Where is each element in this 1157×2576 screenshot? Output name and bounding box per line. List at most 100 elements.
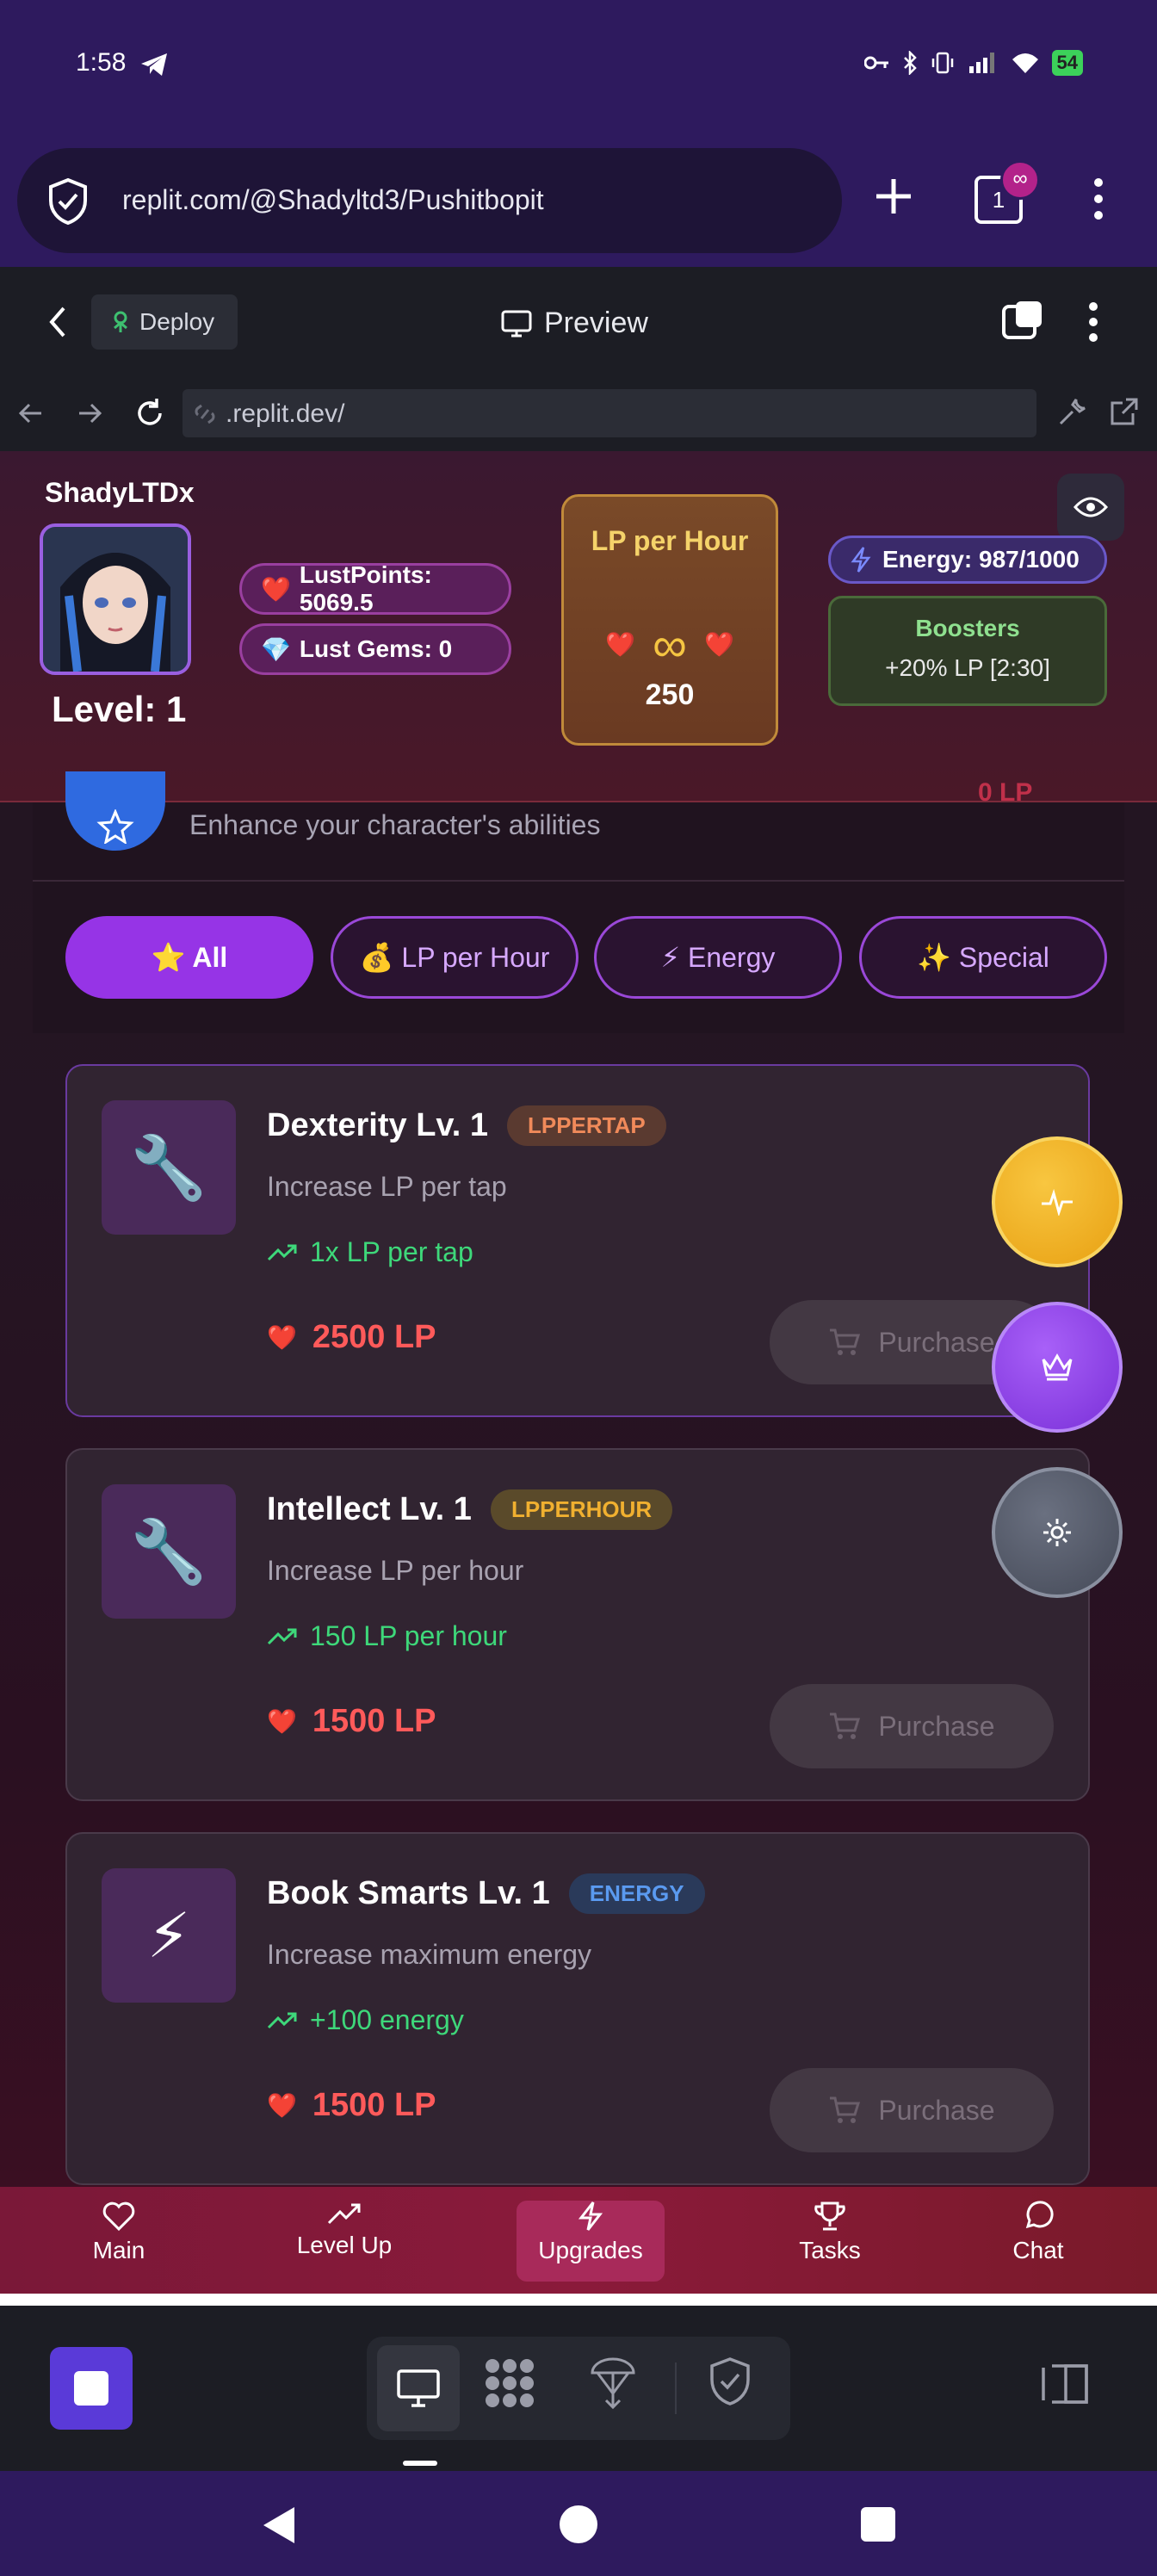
lightning-icon xyxy=(851,547,871,573)
desktop-preview-button[interactable] xyxy=(377,2345,460,2431)
premium-fab[interactable] xyxy=(992,1302,1123,1433)
filter-special[interactable]: ✨ Special xyxy=(859,916,1107,999)
boosters-card[interactable] xyxy=(828,596,1107,706)
trending-up-icon xyxy=(327,2203,361,2225)
wifi-icon xyxy=(1012,53,1038,73)
nav-main-label: Main xyxy=(92,2237,145,2263)
upgrade-tag: LPPERHOUR xyxy=(490,1489,673,1530)
system-back-icon[interactable] xyxy=(260,2504,298,2547)
monitor-icon xyxy=(501,310,532,337)
panel-subtitle: Enhance your character's abilities xyxy=(189,809,601,840)
trending-up-icon xyxy=(267,1244,297,1260)
cart-icon xyxy=(830,1328,861,1355)
trending-up-icon xyxy=(267,2012,297,2028)
vibrate-icon xyxy=(931,52,953,74)
avatar[interactable] xyxy=(40,523,191,675)
upgrade-title-row: Book Smarts Lv. 1 ENERGY xyxy=(267,1873,705,1914)
browser-menu-icon[interactable] xyxy=(1092,177,1105,220)
heart-icon: ❤️ xyxy=(267,2092,297,2119)
upgrade-price: ❤️ 2500 LP xyxy=(267,1319,436,1356)
nav-levelup-label: Level Up xyxy=(296,2232,393,2258)
settings-fab[interactable] xyxy=(992,1467,1123,1598)
nav-chat[interactable]: Chat xyxy=(961,2201,1116,2282)
lust-gems-pill: 💎 Lust Gems: 0 xyxy=(239,623,511,675)
new-tab-button[interactable] xyxy=(869,172,918,220)
heart-icon: ❤️ xyxy=(703,631,734,658)
system-recents-icon[interactable] xyxy=(861,2507,895,2542)
nav-tasks[interactable]: Tasks xyxy=(752,2201,907,2282)
reload-icon[interactable] xyxy=(133,396,167,430)
wrench-icon: 🔧 xyxy=(102,1484,236,1619)
open-external-icon[interactable] xyxy=(1109,396,1140,427)
upgrade-card: ⚡ Book Smarts Lv. 1 ENERGY Increase maxi… xyxy=(65,1832,1090,2185)
nav-level-up[interactable]: Level Up xyxy=(267,2201,422,2282)
shield-icon[interactable] xyxy=(46,177,90,226)
replit-menu-icon[interactable] xyxy=(1086,301,1100,343)
nav-chat-label: Chat xyxy=(1012,2237,1064,2263)
heart-icon: ❤️ xyxy=(261,575,291,603)
purchase-label: Purchase xyxy=(878,1326,995,1358)
system-home-icon[interactable] xyxy=(560,2505,597,2543)
pulse-icon xyxy=(1042,1188,1073,1216)
webview-forward-icon[interactable] xyxy=(74,398,105,429)
deploy-button[interactable]: Deploy xyxy=(91,294,238,350)
purchase-button[interactable]: Purchase xyxy=(770,1684,1054,1768)
stop-button[interactable] xyxy=(50,2347,133,2430)
cart-icon xyxy=(830,1712,861,1739)
upgrade-tag: ENERGY xyxy=(568,1873,705,1914)
wrench-icon[interactable] xyxy=(1055,396,1088,429)
bluetooth-icon xyxy=(903,51,917,75)
lp-per-hour-indicator: ❤️ ∞ ❤️ xyxy=(561,616,778,672)
upgrade-price: ❤️ 1500 LP xyxy=(267,1703,436,1740)
side-panel-icon[interactable] xyxy=(1040,2362,1090,2406)
upgrade-card: 🔧 Dexterity Lv. 1 LPPERTAP Increase LP p… xyxy=(65,1064,1090,1417)
energy-value: Energy: 987/1000 xyxy=(882,546,1080,573)
trending-up-icon xyxy=(267,1628,297,1644)
upgrade-effect: 150 LP per hour xyxy=(267,1620,507,1652)
gem-icon: 💎 xyxy=(261,635,291,663)
lust-gems-value: Lust Gems: 0 xyxy=(299,635,453,662)
split-view-icon[interactable] xyxy=(1000,298,1045,343)
incognito-badge: ∞ xyxy=(1000,160,1040,200)
workspace-grid-icon[interactable] xyxy=(482,2356,537,2411)
upgrade-tag: LPPERTAP xyxy=(506,1105,666,1146)
divider xyxy=(33,880,1124,882)
stop-icon xyxy=(74,2371,108,2406)
signal-icon xyxy=(968,53,994,73)
status-time: 1:58 xyxy=(76,48,127,77)
security-shield-icon[interactable] xyxy=(708,2356,752,2407)
upgrade-description: Increase LP per tap xyxy=(267,1171,507,1202)
visibility-toggle[interactable] xyxy=(1057,474,1124,541)
link-icon xyxy=(195,404,215,424)
upgrade-price-text: 1500 LP xyxy=(312,1703,436,1739)
upgrade-title: Dexterity Lv. 1 xyxy=(267,1107,488,1143)
player-level: Level: 1 xyxy=(52,689,187,729)
filter-lp-per-hour[interactable]: 💰 LP per Hour xyxy=(331,916,578,999)
nav-main[interactable]: Main xyxy=(41,2201,196,2282)
lp-per-hour-value: 250 xyxy=(645,678,695,711)
activity-fab[interactable] xyxy=(992,1136,1123,1267)
status-icons: 54 xyxy=(863,50,1083,76)
lightning-icon: ⚡ xyxy=(102,1868,236,2003)
upgrade-card: 🔧 Intellect Lv. 1 LPPERHOUR Increase LP … xyxy=(65,1448,1090,1801)
trophy-icon xyxy=(814,2201,845,2231)
heart-icon: ❤️ xyxy=(267,1324,297,1351)
deploy-icon xyxy=(114,311,127,332)
energy-pill: Energy: 987/1000 xyxy=(828,536,1107,584)
webview-back-icon[interactable] xyxy=(15,398,46,429)
nav-upgrades[interactable]: Upgrades xyxy=(517,2201,665,2282)
upgrade-price-text: 1500 LP xyxy=(312,2087,436,2123)
monitor-icon xyxy=(397,2369,440,2407)
filter-energy[interactable]: ⚡ Energy xyxy=(594,916,842,999)
purchase-button[interactable]: Purchase xyxy=(770,2068,1054,2152)
active-indicator xyxy=(403,2461,437,2466)
filter-all[interactable]: ⭐ All xyxy=(65,916,313,999)
webview-address[interactable]: .replit.dev/ xyxy=(191,399,344,429)
upgrade-title: Intellect Lv. 1 xyxy=(267,1491,472,1527)
upgrade-price-text: 2500 LP xyxy=(312,1319,436,1355)
upgrade-title-row: Intellect Lv. 1 LPPERHOUR xyxy=(267,1489,673,1530)
deploy-globe-icon[interactable] xyxy=(589,2356,637,2411)
back-chevron-icon[interactable] xyxy=(45,305,71,339)
username: ShadyLTDx xyxy=(45,477,195,508)
url-text[interactable]: replit.com/@Shadyltd3/Pushitbopit xyxy=(122,184,544,216)
